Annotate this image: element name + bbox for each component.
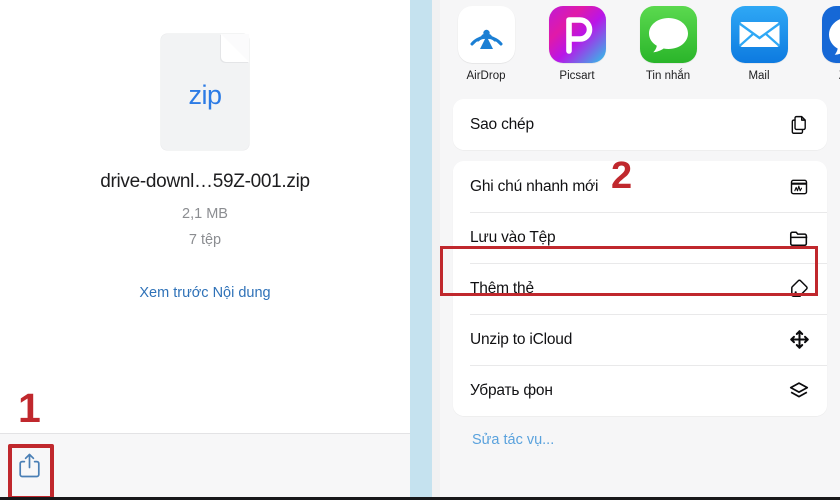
quick-note-icon (786, 174, 812, 200)
app-label: AirDrop (466, 70, 506, 82)
zalo-icon: Z (821, 6, 840, 63)
layers-icon (786, 378, 812, 404)
picsart-icon (548, 6, 606, 63)
folder-icon (786, 225, 812, 251)
pane-divider-gap (432, 0, 440, 497)
preview-body: zip drive-downl…59Z-001.zip 2,1 MB 7 tệp… (0, 0, 410, 433)
pane-divider-strip (410, 0, 432, 497)
app-label: Picsart (559, 70, 595, 82)
bottom-toolbar (0, 433, 410, 497)
actions-card-secondary: Ghi chú nhanh mới Lưu vào Tệp Thêm thẻ U… (453, 161, 827, 416)
edit-actions-link[interactable]: Sửa tác vụ... (453, 432, 827, 448)
share-button[interactable] (14, 449, 44, 483)
tag-icon (786, 276, 812, 302)
file-preview-pane: zip drive-downl…59Z-001.zip 2,1 MB 7 tệp… (0, 0, 410, 497)
app-tile-messages[interactable]: Tin nhắn (636, 6, 700, 82)
share-icon (18, 453, 40, 478)
app-label: Mail (748, 70, 770, 82)
app-tile-zalo[interactable]: Z Zalo (818, 6, 840, 82)
step-marker-1: 1 (18, 385, 41, 431)
page-fold-corner (221, 34, 249, 62)
preview-content-link[interactable]: Xem trước Nội dung (139, 285, 270, 301)
app-suggestions-row: AirDrop Picsart Tin nhắn Mail (440, 0, 840, 82)
messages-icon (639, 6, 697, 63)
menu-item-save-to-files[interactable]: Lưu vào Tệp (453, 212, 827, 263)
file-count: 7 tệp (188, 232, 222, 248)
app-label: Tin nhắn (645, 70, 691, 82)
actions-list: Sao chép Ghi chú nhanh mới Lưu vào Tệp T… (440, 82, 840, 448)
menu-item-add-tag[interactable]: Thêm thẻ (453, 263, 827, 314)
airdrop-icon (457, 6, 515, 63)
menu-item-label: Thêm thẻ (470, 279, 534, 297)
screenshot-root: zip drive-downl…59Z-001.zip 2,1 MB 7 tệp… (0, 0, 840, 500)
file-size: 2,1 MB (182, 206, 228, 222)
menu-item-remove-background[interactable]: Убрать фон (453, 365, 827, 416)
menu-item-label: Lưu vào Tệp (470, 228, 556, 246)
actions-card-primary: Sao chép (453, 99, 827, 150)
menu-item-label: Unzip to iCloud (470, 330, 573, 348)
zip-file-icon: zip (161, 34, 249, 150)
app-tile-airdrop[interactable]: AirDrop (454, 6, 518, 82)
app-tile-picsart[interactable]: Picsart (545, 6, 609, 82)
step-marker-2: 2 (611, 155, 633, 197)
app-tile-mail[interactable]: Mail (727, 6, 791, 82)
copy-icon (786, 112, 812, 138)
mail-icon (730, 6, 788, 63)
menu-item-unzip-to-icloud[interactable]: Unzip to iCloud (453, 314, 827, 365)
menu-item-label: Sao chép (470, 115, 534, 133)
menu-item-label: Убрать фон (470, 381, 553, 399)
zip-icon-label: zip (188, 80, 222, 110)
file-name: drive-downl…59Z-001.zip (100, 171, 310, 192)
move-arrows-icon (786, 327, 812, 353)
menu-item-copy[interactable]: Sao chép (453, 99, 827, 150)
menu-item-new-quick-note[interactable]: Ghi chú nhanh mới (453, 161, 827, 212)
share-sheet-pane: AirDrop Picsart Tin nhắn Mail Sao chép G… (440, 0, 840, 497)
